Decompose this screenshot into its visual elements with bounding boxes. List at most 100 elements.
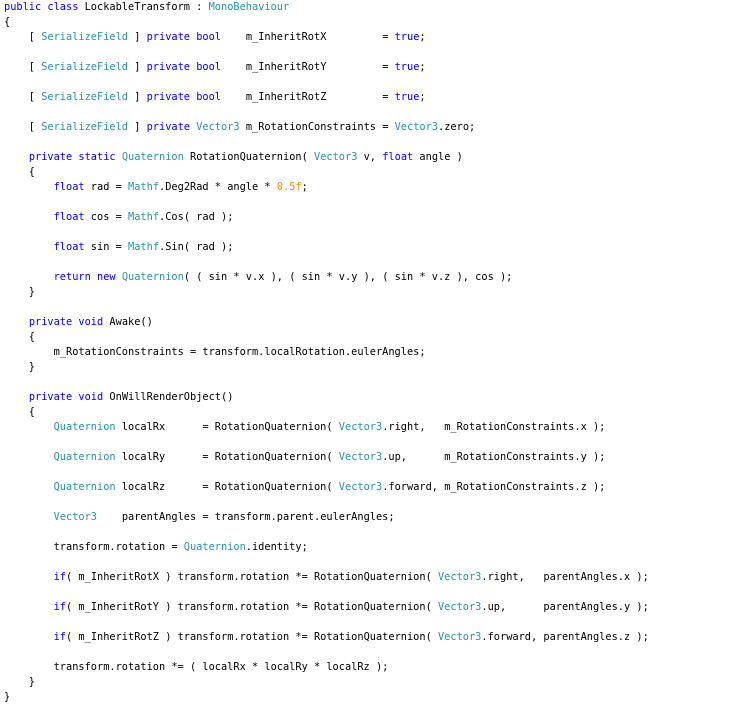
code-token: [: [4, 31, 42, 43]
code-line: [ SerializeField ] private bool m_Inheri…: [4, 60, 649, 75]
code-token: private void: [28, 391, 104, 403]
code-token: m_InheritRotZ =: [221, 91, 395, 103]
code-token: float: [382, 151, 414, 163]
code-token: rad =: [84, 181, 129, 193]
code-line: if( m_InheritRotZ ) transform.rotation *…: [4, 630, 649, 645]
code-token: Mathf: [128, 181, 160, 193]
code-token: m_RotationConstraints = transform.localR…: [4, 346, 426, 358]
code-line: if( m_InheritRotX ) transform.rotation *…: [4, 570, 649, 585]
code-token: float: [53, 241, 85, 253]
code-line: }: [4, 690, 649, 705]
code-line: float sin = Mathf.Sin( rad );: [4, 240, 649, 255]
code-token: transform.rotation *= ( localRx * localR…: [4, 661, 389, 673]
code-line: {: [4, 330, 649, 345]
code-token: 0.5f: [276, 181, 302, 193]
code-token: ]: [128, 31, 147, 43]
code-token: LockableTransform :: [84, 1, 209, 13]
code-token: Mathf: [128, 211, 160, 223]
code-token: MonoBehaviour: [208, 1, 290, 13]
code-token: if: [53, 601, 67, 613]
code-token: private bool: [146, 91, 222, 103]
code-token: SerializeField: [41, 91, 128, 103]
code-token: Vector3: [196, 121, 240, 133]
code-line: }: [4, 285, 649, 300]
code-token: ]: [128, 91, 147, 103]
code-token: SerializeField: [41, 31, 128, 43]
code-line: [ SerializeField ] private bool m_Inheri…: [4, 30, 649, 45]
code-token: SerializeField: [41, 61, 128, 73]
code-token: [: [4, 61, 42, 73]
code-token: {: [4, 331, 35, 343]
code-token: RotationQuaternion(: [183, 151, 314, 163]
code-line: Vector3 parentAngles = transform.parent.…: [4, 510, 649, 525]
code-token: transform.rotation =: [4, 541, 184, 553]
code-token: return new: [53, 271, 122, 283]
code-token: Awake(): [103, 316, 153, 328]
code-token: float: [53, 211, 85, 223]
code-token: Quaternion: [183, 541, 246, 553]
code-token: }: [4, 361, 35, 373]
code-token: .up, m_RotationConstraints.y );: [382, 451, 606, 463]
code-token: sin =: [84, 241, 129, 253]
code-token: [: [4, 91, 42, 103]
code-token: .right, m_RotationConstraints.x );: [382, 421, 606, 433]
code-token: ;: [419, 31, 426, 43]
code-token: .forward, m_RotationConstraints.z );: [382, 481, 606, 493]
code-token: private static: [28, 151, 122, 163]
code-line: private void OnWillRenderObject(): [4, 390, 649, 405]
code-token: true: [394, 31, 420, 43]
code-line: {: [4, 15, 649, 30]
code-line: transform.rotation *= ( localRx * localR…: [4, 660, 649, 675]
code-token: .identity;: [245, 541, 308, 553]
code-line: [ SerializeField ] private Vector3 m_Rot…: [4, 120, 649, 135]
code-token: true: [394, 61, 420, 73]
code-token: public class: [4, 1, 85, 13]
code-token: ;: [419, 91, 426, 103]
code-token: Quaternion: [53, 481, 116, 493]
code-token: private: [146, 121, 197, 133]
code-token: .forward, parentAngles.z );: [481, 631, 649, 643]
code-token: ]: [128, 121, 147, 133]
code-token: Vector3: [437, 631, 482, 643]
code-token: {: [4, 166, 35, 178]
code-line: private static Quaternion RotationQuater…: [4, 150, 649, 165]
code-token: ( ( sin * v.x ), ( sin * v.y ), ( sin * …: [183, 271, 513, 283]
code-line: float cos = Mathf.Cos( rad );: [4, 210, 649, 225]
code-token: .Sin( rad );: [159, 241, 234, 253]
code-token: {: [4, 406, 35, 418]
code-token: localRx = RotationQuaternion(: [115, 421, 339, 433]
code-token: SerializeField: [41, 121, 128, 133]
code-token: localRy = RotationQuaternion(: [115, 451, 339, 463]
code-token: Mathf: [128, 241, 160, 253]
code-token: if: [53, 631, 67, 643]
code-line: }: [4, 675, 649, 690]
code-token: ( m_InheritRotY ) transform.rotation *= …: [66, 601, 438, 613]
code-line: }: [4, 360, 649, 375]
code-token: }: [4, 286, 35, 298]
code-token: if: [53, 571, 67, 583]
code-line: if( m_InheritRotY ) transform.rotation *…: [4, 600, 649, 615]
code-token: .right, parentAngles.x );: [481, 571, 649, 583]
code-line: private void Awake(): [4, 315, 649, 330]
